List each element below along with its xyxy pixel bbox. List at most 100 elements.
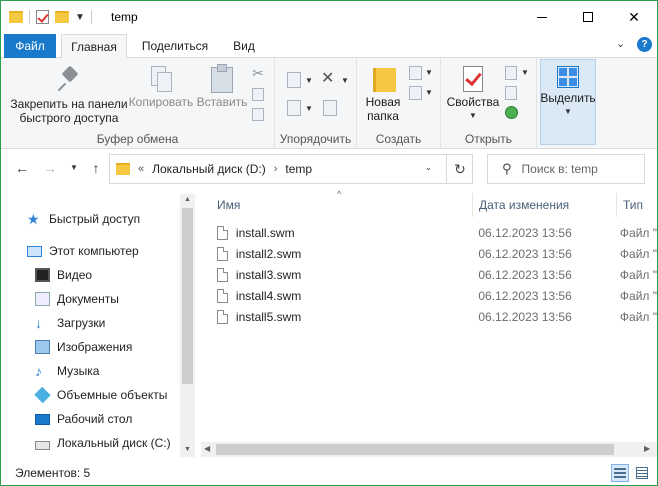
file-type: Файл " — [619, 225, 657, 240]
details-view-icon — [614, 468, 626, 478]
refresh-button[interactable]: ↻ — [446, 155, 473, 183]
nav-item-downloads[interactable]: ↓ Загрузки — [35, 312, 105, 334]
paste-shortcut-icon[interactable] — [252, 108, 264, 121]
nav-item-quick-access[interactable]: ★ Быстрый доступ — [27, 208, 140, 230]
close-button[interactable]: ✕ — [611, 1, 657, 33]
file-row[interactable]: install2.swm 06.12.2023 13:56 Файл " — [217, 243, 657, 264]
nav-item-this-pc[interactable]: Этот компьютер — [27, 240, 139, 262]
minimize-button[interactable] — [519, 1, 565, 33]
delete-icon[interactable]: ✕ — [321, 68, 334, 88]
open-icon[interactable] — [505, 66, 517, 80]
scroll-left-icon[interactable]: ◀ — [204, 444, 210, 453]
recent-locations-icon[interactable]: ▼ — [65, 163, 83, 172]
nav-item-documents[interactable]: Документы — [35, 288, 119, 310]
tab-share[interactable]: Поделиться — [131, 34, 219, 58]
nav-item-label: Локальный диск (C:) — [57, 436, 171, 450]
open-dropdown-icon[interactable]: ▼ — [521, 68, 529, 77]
search-input[interactable]: ⚲ Поиск в: temp — [487, 154, 645, 184]
details-view-button[interactable] — [611, 464, 629, 482]
nav-item-pictures[interactable]: Изображения — [35, 336, 132, 358]
cut-icon[interactable]: ✂ — [251, 66, 265, 80]
file-type: Файл " — [619, 267, 657, 282]
move-to-dropdown-icon[interactable]: ▼ — [305, 76, 313, 85]
up-button[interactable]: ↑ — [87, 160, 105, 176]
nav-item-disk-c[interactable]: Локальный диск (C:) — [35, 432, 171, 454]
file-row[interactable]: install3.swm 06.12.2023 13:56 Файл " — [217, 264, 657, 285]
copy-to-dropdown-icon[interactable]: ▼ — [305, 104, 313, 113]
scrollbar-thumb[interactable] — [182, 208, 193, 384]
tab-view[interactable]: Вид — [223, 34, 265, 58]
paste-icon — [211, 64, 233, 93]
file-name: install.swm — [235, 225, 295, 240]
select-label: Выделить — [540, 91, 596, 105]
organize-group-label: Упорядочить — [279, 132, 352, 146]
nav-item-video[interactable]: Видео — [35, 264, 92, 286]
file-row[interactable]: install5.swm 06.12.2023 13:56 Файл " — [217, 306, 657, 327]
column-header-date[interactable]: Дата изменения — [472, 193, 616, 217]
folder-icon — [9, 11, 23, 23]
nav-item-music[interactable]: ♪ Музыка — [35, 360, 99, 382]
copy-button[interactable]: Копировать — [128, 66, 194, 109]
back-button[interactable]: ← — [13, 160, 31, 176]
address-bar[interactable]: « Локальный диск (D:) › temp ⌄ ↻ — [109, 154, 473, 184]
navigation-scrollbar[interactable]: ▲ ▼ — [180, 194, 195, 457]
file-name: install2.swm — [235, 246, 302, 261]
breadcrumb-item-temp[interactable]: temp — [285, 162, 312, 176]
customize-toolbar-icon[interactable]: ▼ — [75, 12, 85, 23]
paste-button[interactable]: Вставить — [196, 64, 248, 109]
nav-item-label: Загрузки — [57, 316, 106, 330]
delete-dropdown-icon[interactable]: ▼ — [341, 76, 349, 85]
history-icon[interactable] — [505, 106, 518, 119]
scroll-right-icon[interactable]: ▶ — [644, 444, 650, 453]
properties-button[interactable]: Свойства ▼ — [445, 64, 501, 123]
forward-button[interactable]: → — [41, 160, 59, 176]
breadcrumb-separator[interactable]: › — [274, 163, 278, 175]
nav-item-desktop[interactable]: Рабочий стол — [35, 408, 132, 430]
breadcrumb-overflow[interactable]: « — [138, 163, 144, 175]
chevron-down-icon[interactable]: ⌄ — [616, 37, 625, 50]
status-bar: Элементов: 5 — [1, 461, 657, 485]
maximize-button[interactable] — [565, 1, 611, 33]
properties-check-icon[interactable] — [36, 10, 49, 24]
easy-access-dropdown-icon[interactable]: ▼ — [425, 88, 433, 97]
new-item-dropdown-icon[interactable]: ▼ — [425, 68, 433, 77]
move-to-icon[interactable] — [287, 72, 301, 88]
nav-item-label: Этот компьютер — [49, 244, 139, 258]
address-dropdown-icon[interactable]: ⌄ — [425, 163, 432, 172]
rename-icon[interactable] — [323, 100, 337, 116]
paste-label: Вставить — [196, 95, 248, 109]
tab-home[interactable]: Главная — [61, 34, 127, 59]
nav-item-label: Музыка — [57, 364, 100, 378]
window-title: temp — [111, 10, 138, 24]
easy-access-icon[interactable] — [409, 86, 422, 100]
scroll-up-icon[interactable]: ▲ — [180, 196, 195, 203]
maximize-icon — [583, 12, 593, 22]
breadcrumb-item-disk-d[interactable]: Локальный диск (D:) — [152, 162, 266, 176]
select-button[interactable]: Выделить ▼ — [540, 59, 596, 145]
file-row[interactable]: install.swm 06.12.2023 13:56 Файл " — [217, 222, 657, 243]
help-icon[interactable]: ? — [637, 37, 652, 52]
properties-dropdown-icon: ▼ — [469, 111, 477, 120]
horizontal-scrollbar[interactable]: ◀ ▶ — [201, 442, 657, 457]
edit-icon[interactable] — [505, 86, 517, 100]
file-icon — [217, 267, 228, 282]
breadcrumb: « Локальный диск (D:) › temp — [138, 162, 312, 176]
scroll-down-icon[interactable]: ▼ — [180, 446, 195, 453]
pin-to-quick-access-button[interactable]: Закрепить на панели быстрого доступа — [9, 68, 129, 125]
nav-item-3d-objects[interactable]: Объемные объекты — [34, 384, 167, 406]
new-folder-button[interactable]: Новая папка — [363, 64, 403, 123]
new-group: Новая папка ▼ ▼ Создать — [357, 58, 441, 149]
new-item-icon[interactable] — [409, 66, 422, 80]
file-row[interactable]: install4.swm 06.12.2023 13:56 Файл " — [217, 285, 657, 306]
large-icons-view-button[interactable] — [633, 464, 651, 482]
scrollbar-thumb[interactable] — [216, 444, 614, 455]
tab-file[interactable]: Файл — [4, 34, 56, 58]
copy-path-icon[interactable] — [252, 88, 264, 101]
toolbar-divider — [29, 10, 30, 24]
new-folder-icon[interactable] — [55, 11, 69, 23]
downloads-icon: ↓ — [35, 315, 42, 331]
column-header-type[interactable]: Тип — [616, 193, 657, 217]
column-header-name[interactable]: Имя — [217, 193, 472, 217]
desktop-icon — [35, 413, 50, 425]
copy-to-icon[interactable] — [287, 100, 301, 116]
